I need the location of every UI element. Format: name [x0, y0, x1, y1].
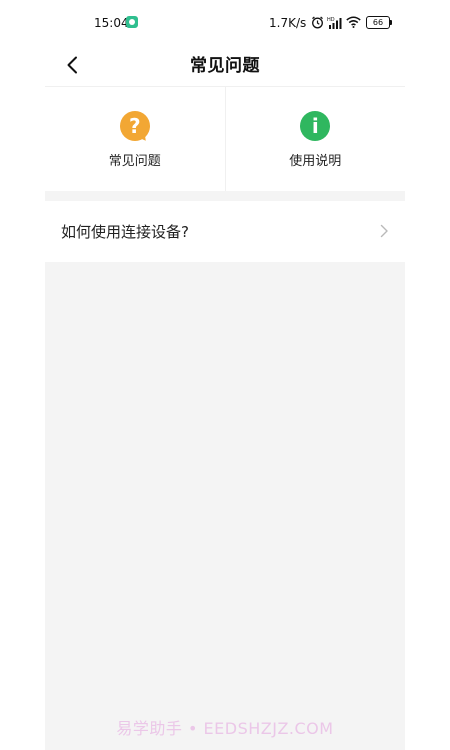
category-faq[interactable]: ? 常见问题 — [45, 87, 225, 191]
category-tabs: ? 常见问题 i 使用说明 — [45, 87, 405, 191]
svg-text:HD: HD — [327, 17, 335, 23]
page-title: 常见问题 — [190, 56, 260, 76]
app-screen: 15:04 1.7K/s HD 66 常见问题 ? 常见问题 i 使用说明 如何… — [45, 0, 405, 750]
app-badge-icon — [126, 16, 138, 28]
status-time: 15:04 — [94, 16, 129, 30]
question-icon: ? — [119, 111, 150, 141]
list-item[interactable]: 如何使用连接设备? — [45, 201, 405, 262]
battery-icon: 66 — [366, 15, 392, 29]
header-bar: 常见问题 — [45, 44, 405, 87]
info-icon: i — [300, 111, 331, 141]
category-faq-label: 常见问题 — [108, 154, 161, 169]
chevron-right-icon — [380, 224, 388, 238]
alarm-icon — [312, 16, 323, 28]
category-instructions-label: 使用说明 — [289, 154, 342, 169]
watermark: 易学助手 • EEDSHZJZ.COM — [116, 719, 334, 738]
empty-content-area — [45, 262, 405, 750]
category-instructions[interactable]: i 使用说明 — [224, 87, 406, 191]
wifi-icon — [346, 16, 361, 28]
network-speed: 1.7K/s — [269, 16, 307, 30]
list-item-label: 如何使用连接设备? — [61, 223, 189, 241]
hd-signal-icon: HD — [327, 17, 342, 29]
section-divider — [45, 191, 405, 201]
status-bar: 15:04 1.7K/s HD 66 — [45, 0, 405, 44]
question-list: 如何使用连接设备? — [45, 201, 405, 262]
status-icons: HD 66 — [311, 14, 392, 30]
